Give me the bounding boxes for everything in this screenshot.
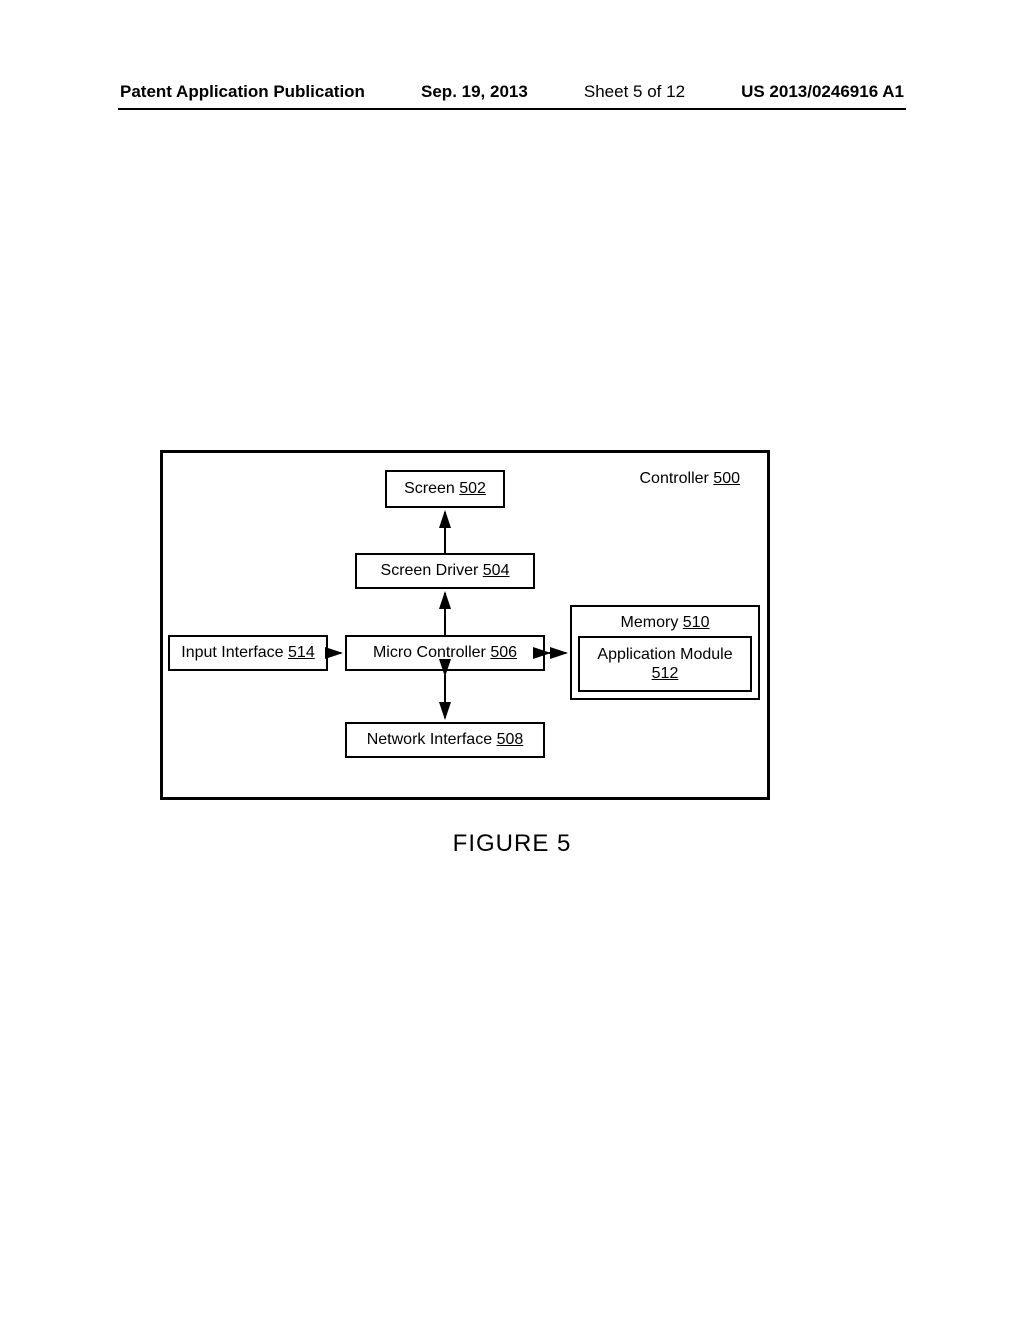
diagram-arrows bbox=[160, 450, 770, 800]
figure-caption: FIGURE 5 bbox=[0, 830, 1024, 858]
page-header: Patent Application Publication Sep. 19, … bbox=[120, 82, 904, 102]
figure-diagram: Controller 500 Screen 502 Screen Driver … bbox=[160, 450, 770, 800]
publication-label: Patent Application Publication bbox=[120, 82, 365, 102]
patent-number: US 2013/0246916 A1 bbox=[741, 82, 904, 102]
header-rule bbox=[118, 108, 906, 110]
publication-date: Sep. 19, 2013 bbox=[421, 82, 528, 102]
sheet-indicator: Sheet 5 of 12 bbox=[584, 82, 685, 102]
